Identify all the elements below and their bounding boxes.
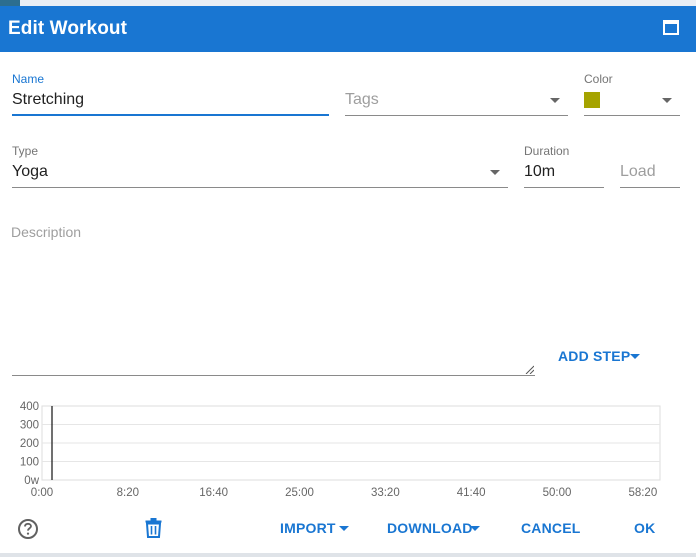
tags-select[interactable]: Tags [345,91,379,109]
y-tick-label: 100 [20,457,39,469]
download-button[interactable]: DOWNLOAD [387,520,473,536]
x-tick-label: 25:00 [285,487,314,499]
maximize-icon[interactable] [663,20,679,35]
y-tick-label: 0w [24,475,39,487]
dialog-title: Edit Workout [8,18,128,39]
type-underline [12,187,508,188]
x-tick-label: 50:00 [543,487,572,499]
resize-handle-icon[interactable] [524,364,534,374]
tags-underline [345,115,568,116]
color-label: Color [584,72,613,86]
x-tick-label: 8:20 [117,487,139,499]
download-dropdown-icon[interactable] [470,526,480,531]
name-label: Name [12,72,45,86]
type-select[interactable]: Yoga [12,163,48,181]
color-swatch[interactable] [584,92,600,108]
type-label: Type [12,144,39,158]
duration-label: Duration [524,144,570,158]
x-tick-label: 58:20 [628,487,657,499]
background-page-strip-bottom [0,553,696,557]
load-input[interactable]: Load [620,163,656,181]
chart-grid [41,405,661,481]
x-tick-label: 41:40 [457,487,486,499]
description-underline [12,375,535,376]
color-underline [584,115,680,116]
help-circle-icon[interactable] [17,518,39,540]
cancel-button[interactable]: CANCEL [521,520,581,536]
duration-input[interactable]: 10m [524,163,555,181]
y-tick-label: 400 [20,401,39,413]
x-tick-label: 16:40 [199,487,228,499]
chart-x-ticks: 0:00 8:20 16:40 25:00 33:20 41:40 50:00 58:20 [31,487,657,499]
load-underline [620,187,680,188]
color-dropdown-icon[interactable] [662,98,672,103]
import-button[interactable]: IMPORT [280,520,336,536]
add-step-button[interactable]: ADD STEP [558,348,630,364]
type-dropdown-icon[interactable] [490,170,500,175]
y-tick-label: 300 [20,420,39,432]
duration-underline [524,187,604,188]
x-tick-label: 33:20 [371,487,400,499]
trash-icon[interactable] [145,518,162,538]
chart-y-ticks: 400 300 200 100 0w [20,401,40,487]
name-underline [12,114,329,116]
tags-dropdown-icon[interactable] [550,98,560,103]
ok-button[interactable]: OK [634,520,655,536]
y-tick-label: 200 [20,438,39,450]
description-textarea[interactable]: Description [11,224,81,240]
x-tick-label: 0:00 [31,487,53,499]
workout-chart: 400 300 200 100 0w 0:00 8:20 16:40 25:00 33:20 41… [20,401,661,499]
dialog-title-bar: Edit Workout [0,6,696,52]
import-dropdown-icon[interactable] [339,526,349,531]
name-input[interactable]: Stretching [12,91,84,109]
add-step-dropdown-icon[interactable] [630,354,640,359]
